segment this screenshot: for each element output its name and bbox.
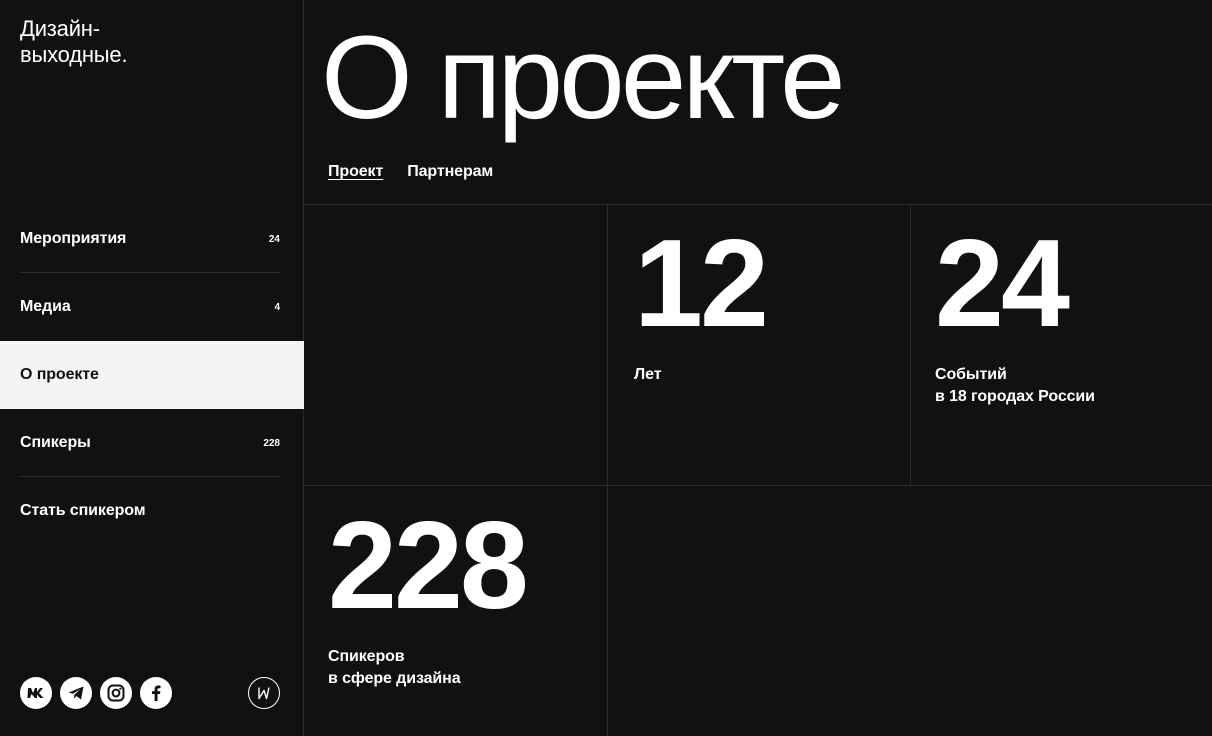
stat-events: 24 Событий в 18 городах России <box>935 222 1095 408</box>
stat-label-line: в 18 городах России <box>935 388 1095 405</box>
sidebar-item-label: О проекте <box>20 366 99 383</box>
sidebar-item-count: 24 <box>268 233 280 245</box>
divider <box>304 204 1212 205</box>
sidebar-item-label: Стать спикером <box>20 502 146 519</box>
site-logo[interactable]: Дизайн- выходные. <box>20 16 220 68</box>
stat-label-line: Спикеров <box>328 648 405 665</box>
sub-navigation: Проект Партнерам <box>328 163 493 181</box>
stat-label-line: в сфере дизайна <box>328 670 461 687</box>
logo-line-2: выходные. <box>20 42 128 67</box>
stat-speakers: 228 Спикеров в сфере дизайна <box>328 497 529 690</box>
sidebar-item-count: 228 <box>263 437 280 449</box>
stat-label: Лет <box>634 364 766 386</box>
sidebar-item-become-speaker[interactable]: Стать спикером <box>0 477 304 545</box>
divider <box>910 205 911 485</box>
sidebar: Дизайн- выходные. Мероприятия 24 Медиа 4… <box>0 0 304 736</box>
facebook-icon[interactable] <box>140 677 172 709</box>
stat-label: Событий в 18 городах России <box>935 364 1095 408</box>
sidebar-nav: Мероприятия 24 Медиа 4 О проекте Спикеры… <box>0 205 304 545</box>
divider <box>607 205 608 736</box>
telegram-icon[interactable] <box>60 677 92 709</box>
sidebar-item-events[interactable]: Мероприятия 24 <box>0 205 304 273</box>
instagram-icon[interactable] <box>100 677 132 709</box>
w-logo-icon[interactable] <box>248 677 280 709</box>
divider <box>304 485 1212 486</box>
sidebar-item-label: Спикеры <box>20 434 91 451</box>
page-title: О проекте <box>321 12 846 144</box>
sidebar-item-speakers[interactable]: Спикеры 228 <box>0 409 304 477</box>
sidebar-item-label: Мероприятия <box>20 230 127 247</box>
app-root: Дизайн- выходные. Мероприятия 24 Медиа 4… <box>0 0 1212 736</box>
social-links <box>20 677 172 709</box>
sidebar-item-label: Медиа <box>20 298 71 315</box>
logo-line-1: Дизайн- <box>20 16 100 41</box>
stat-value: 12 <box>634 215 769 353</box>
sidebar-item-about[interactable]: О проекте <box>0 341 304 409</box>
tab-project[interactable]: Проект <box>328 163 383 181</box>
sidebar-item-media[interactable]: Медиа 4 <box>0 273 304 341</box>
stat-value: 228 <box>328 497 529 635</box>
tab-partners[interactable]: Партнерам <box>407 163 493 181</box>
vk-icon[interactable] <box>20 677 52 709</box>
stat-label-line: Событий <box>935 366 1007 383</box>
stat-value: 24 <box>935 215 1070 353</box>
stat-label-line: Лет <box>634 366 662 383</box>
stat-label: Спикеров в сфере дизайна <box>328 646 526 690</box>
main-content: О проекте Проект Партнерам 12 Лет 24 Соб… <box>304 0 1212 736</box>
sidebar-item-count: 4 <box>274 301 280 313</box>
stat-years: 12 Лет <box>634 215 769 386</box>
